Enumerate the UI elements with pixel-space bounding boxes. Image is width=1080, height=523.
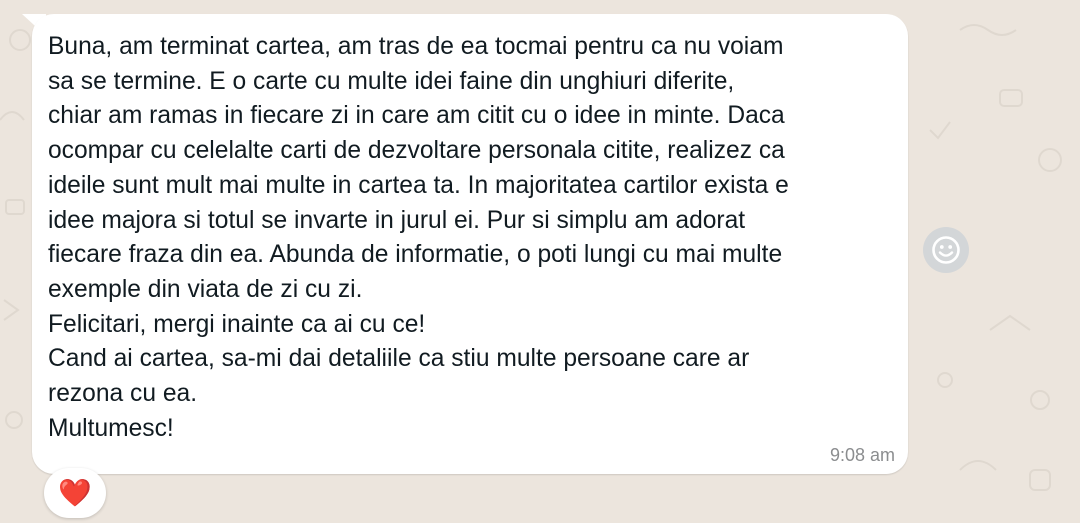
message-text: Buna, am terminat cartea, am tras de ea …: [48, 33, 789, 442]
message-reaction[interactable]: ❤️: [44, 468, 106, 518]
react-button[interactable]: [923, 227, 969, 273]
message-timestamp: 9:08 am: [829, 445, 895, 465]
message-bubble[interactable]: Buna, am terminat cartea, am tras de ea …: [32, 14, 908, 474]
smiley-icon: [932, 236, 960, 264]
heart-icon: ❤️: [58, 477, 92, 508]
